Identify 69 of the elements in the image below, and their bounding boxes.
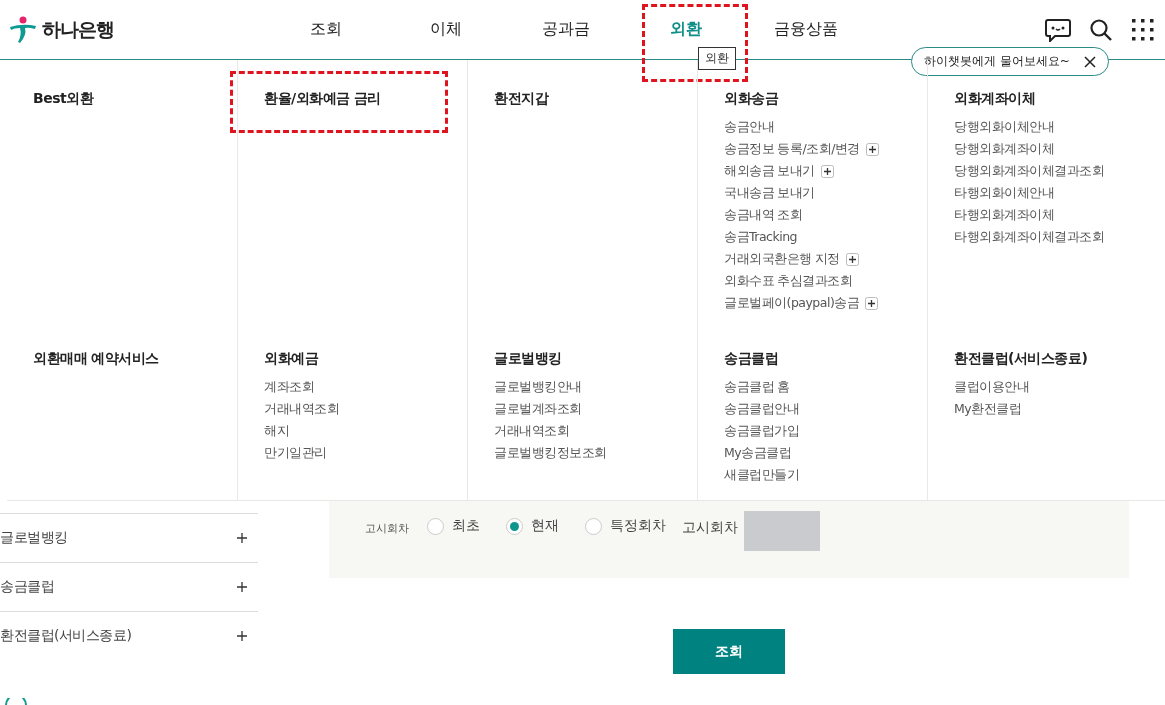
search-icon[interactable] xyxy=(1089,17,1113,42)
menu-link[interactable]: 글로벌뱅킹안내 xyxy=(494,376,582,398)
plus-icon[interactable] xyxy=(865,142,879,156)
sidebar-item[interactable]: 글로벌뱅킹 xyxy=(0,513,258,562)
field-label: 고시회차 xyxy=(682,519,738,537)
nav-tab[interactable]: 금융상품 xyxy=(746,14,866,45)
menu-heading[interactable]: 환전지갑 xyxy=(494,90,548,108)
menu-heading[interactable]: 환율/외화예금 금리 xyxy=(264,90,381,108)
nav-tab[interactable]: 외환 xyxy=(626,14,746,45)
menu-link[interactable]: 송금안내 xyxy=(724,116,774,138)
sidebar-label: 환전클럽(서비스종료) xyxy=(0,627,132,645)
radio-option[interactable]: 현재 xyxy=(506,517,559,535)
menu-heading[interactable]: 외화송금 xyxy=(724,90,778,108)
close-icon[interactable] xyxy=(1083,55,1096,68)
apps-menu-icon[interactable] xyxy=(1131,17,1155,42)
menu-link[interactable]: 송금클럽 홈 xyxy=(724,376,790,398)
nav-tab[interactable]: 조회 xyxy=(266,14,386,45)
nav-tab[interactable]: 공과금 xyxy=(506,14,626,45)
menu-link[interactable]: 새클럽만들기 xyxy=(724,464,799,486)
menu-link[interactable]: 글로벌계좌조회 xyxy=(494,398,582,420)
menu-link[interactable]: 글로벌페이(paypal)송금 xyxy=(724,292,860,314)
menu-heading[interactable]: Best외환 xyxy=(33,90,94,108)
menu-link[interactable]: 당행외화계좌이체결과조회 xyxy=(954,160,1104,182)
plus-icon[interactable] xyxy=(865,296,879,310)
sidebar-item[interactable]: 환전클럽(서비스종료) xyxy=(0,611,258,660)
menu-link[interactable]: 거래내역조회 xyxy=(494,420,569,442)
menu-link[interactable]: 만기일관리 xyxy=(264,442,327,464)
menu-link[interactable]: 계좌조회 xyxy=(264,376,314,398)
menu-link[interactable]: 거래외국환은행 지정 xyxy=(724,248,840,270)
menu-link[interactable]: 송금Tracking xyxy=(724,226,798,248)
menu-link[interactable]: 국내송금 보내기 xyxy=(724,182,815,204)
menu-link[interactable]: 당행외화계좌이체 xyxy=(954,138,1054,160)
menu-link[interactable]: 송금클럽안내 xyxy=(724,398,799,420)
menu-link[interactable]: 타행외화이체안내 xyxy=(954,182,1054,204)
plus-icon[interactable] xyxy=(821,164,834,178)
radio-option[interactable]: 특정회차 xyxy=(585,517,666,535)
menu-link[interactable]: 클럽이용안내 xyxy=(954,376,1029,398)
logo-icon xyxy=(8,14,38,45)
menu-heading[interactable]: 환전클럽(서비스종료) xyxy=(954,350,1088,368)
menu-link[interactable]: 타행외화계좌이체 xyxy=(954,204,1054,226)
plus-icon[interactable] xyxy=(846,252,859,266)
search-button[interactable]: 조회 xyxy=(673,629,785,674)
menu-link[interactable]: 해지 xyxy=(264,420,289,442)
menu-link[interactable]: 외화수표 추심결과조회 xyxy=(724,270,853,292)
menu-link[interactable]: 당행외화이체안내 xyxy=(954,116,1054,138)
field-label: 고시회차 xyxy=(365,521,410,536)
radio-option[interactable]: 최초 xyxy=(427,517,480,535)
menu-link[interactable]: 해외송금 보내기 xyxy=(724,160,815,182)
nav-tab[interactable]: 이체 xyxy=(386,14,506,45)
menu-link[interactable]: 글로벌뱅킹정보조회 xyxy=(494,442,607,464)
sidebar-label: 글로벌뱅킹 xyxy=(0,529,68,547)
menu-link[interactable]: My환전클럽 xyxy=(954,398,1022,420)
sidebar-label: 송금클럽 xyxy=(0,578,54,596)
menu-link[interactable]: 송금내역 조회 xyxy=(724,204,803,226)
menu-heading[interactable]: 송금클럽 xyxy=(724,350,778,368)
menu-heading[interactable]: 글로벌뱅킹 xyxy=(494,350,562,368)
menu-link[interactable]: 거래내역조회 xyxy=(264,398,339,420)
menu-link[interactable]: 송금클럽가입 xyxy=(724,420,799,442)
menu-link[interactable]: 송금정보 등록/조회/변경 xyxy=(724,138,860,160)
sidebar-item[interactable]: 송금클럽 xyxy=(0,562,258,611)
logo-text[interactable]: 하나은행 xyxy=(42,16,114,43)
tooltip: 외환 xyxy=(698,47,736,70)
menu-heading[interactable]: 외환매매 예약서비스 xyxy=(33,350,159,368)
menu-link[interactable]: 타행외화계좌이체결과조회 xyxy=(954,226,1104,248)
menu-heading[interactable]: 외화예금 xyxy=(264,350,318,368)
chatbot-tooltip-text: 하이챗봇에게 물어보세요~ xyxy=(924,53,1070,70)
menu-heading[interactable]: 외화계좌이체 xyxy=(954,90,1035,108)
chat-icon[interactable] xyxy=(1045,17,1071,42)
menu-link[interactable]: My송금클럽 xyxy=(724,442,792,464)
